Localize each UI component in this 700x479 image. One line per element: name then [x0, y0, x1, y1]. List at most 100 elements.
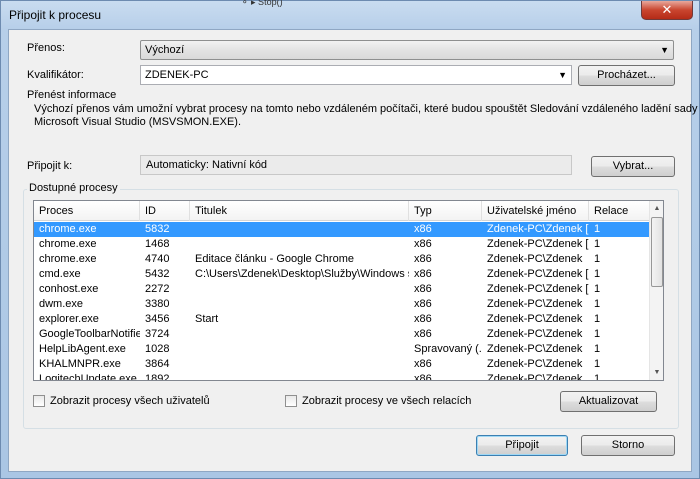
- close-button[interactable]: ✕: [641, 1, 693, 20]
- qualifier-input[interactable]: ZDENEK-PC ▼: [140, 65, 572, 85]
- column-header-title[interactable]: Titulek: [190, 201, 409, 221]
- cell-session: 1: [594, 223, 601, 235]
- cell-session: 1: [594, 373, 601, 381]
- cell-username: Zdenek-PC\Zdenek: [487, 358, 583, 370]
- transport-combo[interactable]: Výchozí ▼: [140, 40, 674, 60]
- process-list-header: Proces ID Titulek Typ Uživatelské jméno …: [34, 201, 649, 221]
- cell-type: Spravovaný (...: [414, 343, 482, 355]
- column-header-username[interactable]: Uživatelské jméno: [482, 201, 589, 221]
- show-all-sessions-label: Zobrazit procesy ve všech relacích: [302, 395, 472, 407]
- select-code-type-button[interactable]: Vybrat...: [591, 156, 675, 177]
- cell-process: explorer.exe: [39, 313, 99, 325]
- cell-type: x86: [414, 358, 432, 370]
- column-header-id[interactable]: ID: [140, 201, 190, 221]
- cell-username: Zdenek-PC\Zdenek [...: [487, 238, 589, 250]
- cell-type: x86: [414, 298, 432, 310]
- table-row[interactable]: chrome.exe 1468 x86 Zdenek-PC\Zdenek [... 1: [34, 237, 649, 252]
- cell-process: KHALMNPR.exe: [39, 358, 121, 370]
- cell-title: Editace článku - Google Chrome: [195, 253, 354, 265]
- column-header-type[interactable]: Typ: [409, 201, 482, 221]
- cell-id: 3380: [145, 298, 170, 310]
- available-processes-title: Dostupné procesy: [27, 182, 120, 194]
- cell-id: 3724: [145, 328, 170, 340]
- show-all-users-label: Zobrazit procesy všech uživatelů: [50, 395, 210, 407]
- cell-id: 5432: [145, 268, 170, 280]
- cell-id: 5832: [145, 223, 170, 235]
- scroll-up-icon[interactable]: ▲: [650, 201, 663, 216]
- close-icon: ✕: [661, 2, 673, 17]
- cell-username: Zdenek-PC\Zdenek [...: [487, 223, 589, 235]
- cell-process: GoogleToolbarNotifie...: [39, 328, 140, 340]
- cell-username: Zdenek-PC\Zdenek: [487, 313, 583, 325]
- cancel-button[interactable]: Storno: [581, 435, 675, 456]
- background-code-stub: ⚬ ▸ Stop(): [241, 0, 283, 7]
- cell-session: 1: [594, 253, 601, 265]
- cell-id: 2272: [145, 283, 170, 295]
- cell-username: Zdenek-PC\Zdenek: [487, 343, 583, 355]
- cell-type: x86: [414, 328, 432, 340]
- cell-process: chrome.exe: [39, 223, 97, 235]
- cell-process: conhost.exe: [39, 283, 99, 295]
- chevron-down-icon[interactable]: ▼: [558, 66, 567, 84]
- process-list-scrollbar[interactable]: ▲ ▼: [649, 201, 663, 380]
- table-row[interactable]: HelpLibAgent.exe 1028 Spravovaný (... Zdene…: [34, 342, 649, 357]
- process-list[interactable]: Proces ID Titulek Typ Uživatelské jméno …: [33, 200, 664, 381]
- cell-session: 1: [594, 268, 601, 280]
- cell-session: 1: [594, 283, 601, 295]
- table-row[interactable]: LogitechUpdate.exe 1892 x86 Zdenek-PC\Zdene…: [34, 372, 649, 381]
- scroll-down-icon[interactable]: ▼: [650, 365, 663, 380]
- cell-session: 1: [594, 238, 601, 250]
- chevron-down-icon: ▼: [660, 45, 669, 55]
- transport-info-title: Přenést informace: [27, 89, 117, 101]
- cell-type: x86: [414, 373, 432, 381]
- table-row[interactable]: dwm.exe 3380 x86 Zdenek-PC\Zdenek 1: [34, 297, 649, 312]
- cell-process: dwm.exe: [39, 298, 84, 310]
- cell-type: x86: [414, 283, 432, 295]
- checkbox-box[interactable]: [33, 395, 45, 407]
- qualifier-value: ZDENEK-PC: [145, 69, 209, 81]
- checkbox-box[interactable]: [285, 395, 297, 407]
- cell-type: x86: [414, 313, 432, 325]
- table-row[interactable]: KHALMNPR.exe 3864 x86 Zdenek-PC\Zdenek 1: [34, 357, 649, 372]
- cell-id: 3864: [145, 358, 170, 370]
- cell-session: 1: [594, 328, 601, 340]
- table-row[interactable]: explorer.exe 3456 Start x86 Zdenek-PC\Zdenek…: [34, 312, 649, 327]
- cell-username: Zdenek-PC\Zdenek: [487, 298, 583, 310]
- browse-button[interactable]: Procházet...: [578, 65, 675, 86]
- qualifier-label: Kvalifikátor:: [27, 69, 84, 81]
- cell-id: 1468: [145, 238, 170, 250]
- cell-id: 1028: [145, 343, 170, 355]
- cell-username: Zdenek-PC\Zdenek: [487, 328, 583, 340]
- table-row[interactable]: chrome.exe 5832 x86 Zdenek-PC\Zdenek [... 1: [34, 222, 649, 237]
- cell-session: 1: [594, 298, 601, 310]
- transport-info-text-line2: Microsoft Visual Studio (MSVSMON.EXE).: [34, 116, 242, 128]
- column-header-process[interactable]: Proces: [34, 201, 140, 221]
- table-row[interactable]: chrome.exe 4740 Editace článku - Google Ch…: [34, 252, 649, 267]
- cell-session: 1: [594, 343, 601, 355]
- window-title: Připojit k procesu: [9, 8, 102, 22]
- cell-id: 1892: [145, 373, 170, 381]
- refresh-button[interactable]: Aktualizovat: [560, 391, 657, 412]
- cell-type: x86: [414, 268, 432, 280]
- cell-session: 1: [594, 358, 601, 370]
- attach-to-label: Připojit k:: [27, 160, 73, 172]
- dialog-client-area: Přenos: Výchozí ▼ Kvalifikátor: ZDENEK-P…: [8, 29, 697, 472]
- cell-type: x86: [414, 223, 432, 235]
- title-bar[interactable]: ⚬ ▸ Stop() Připojit k procesu ✕: [1, 0, 699, 29]
- table-row[interactable]: conhost.exe 2272 x86 Zdenek-PC\Zdenek [... 1: [34, 282, 649, 297]
- column-header-session[interactable]: Relace: [589, 201, 649, 221]
- cell-id: 3456: [145, 313, 170, 325]
- attach-to-process-dialog: ⚬ ▸ Stop() Připojit k procesu ✕ Přenos: …: [0, 0, 700, 479]
- cell-process: chrome.exe: [39, 238, 97, 250]
- scrollbar-thumb[interactable]: [651, 217, 663, 287]
- cell-process: chrome.exe: [39, 253, 97, 265]
- cell-process: cmd.exe: [39, 268, 81, 280]
- cell-process: LogitechUpdate.exe: [39, 373, 137, 381]
- cell-title: Start: [195, 313, 219, 325]
- cell-type: x86: [414, 253, 432, 265]
- table-row[interactable]: GoogleToolbarNotifie... 3724 x86 Zdenek-PC\…: [34, 327, 649, 342]
- attach-button[interactable]: Připojit: [476, 435, 568, 456]
- table-row[interactable]: cmd.exe 5432 C:\Users\Zdenek\Desktop\Služb…: [34, 267, 649, 282]
- cell-type: x86: [414, 238, 432, 250]
- cell-username: Zdenek-PC\Zdenek: [487, 253, 583, 265]
